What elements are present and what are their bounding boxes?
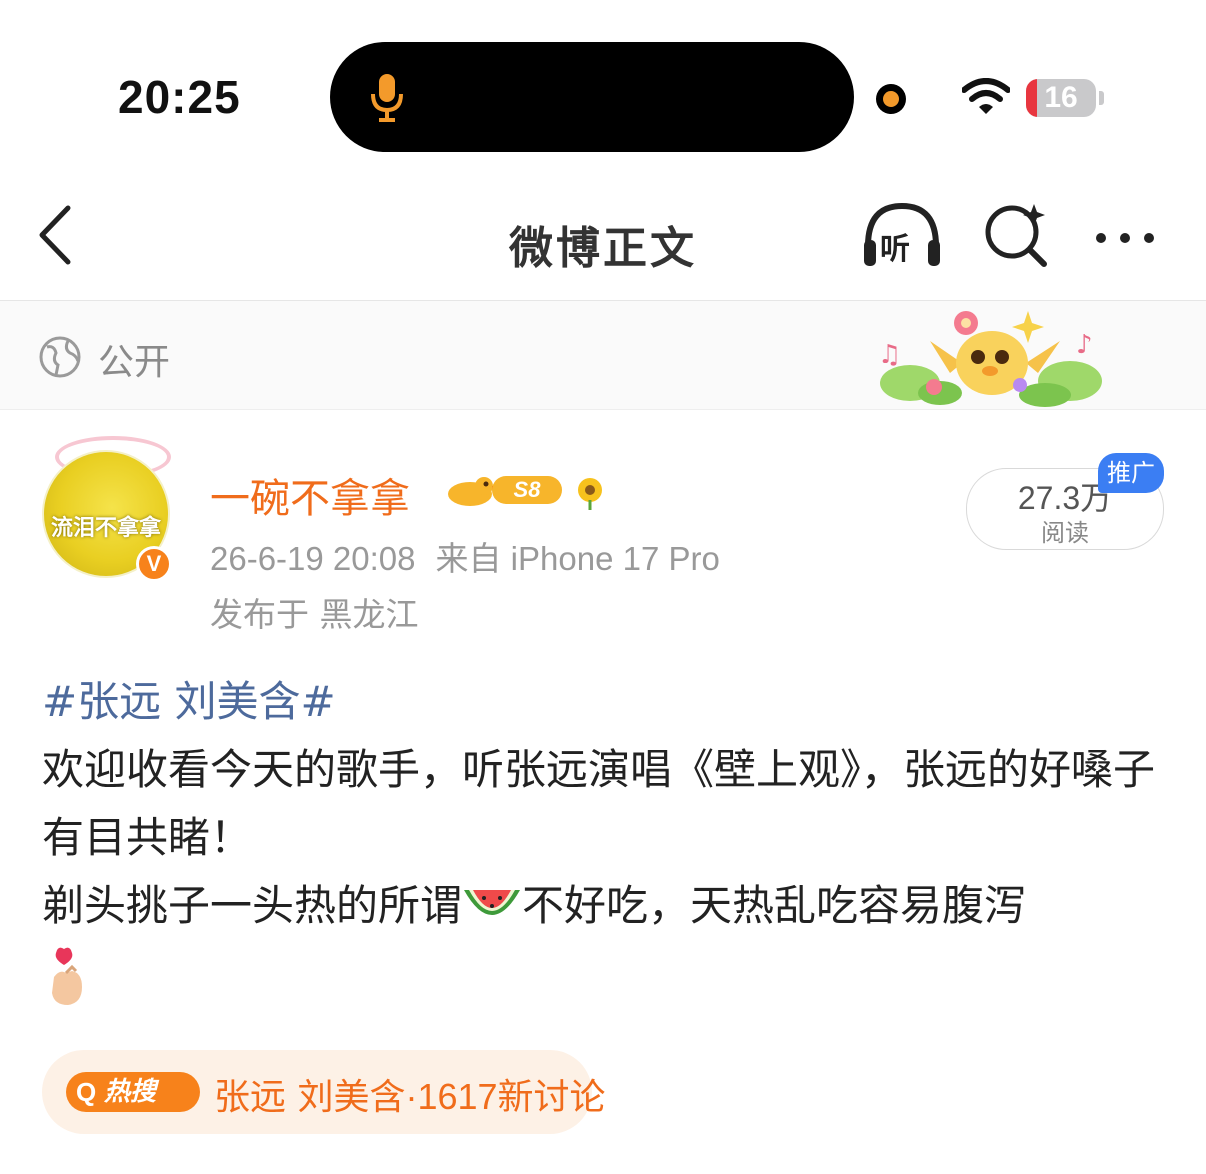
post-line-1: 欢迎收看今天的歌手，听张远演唱《壁上观》，张远的好嗓子有目共睹！ (42, 745, 1156, 862)
battery-level: 16 (1044, 81, 1078, 114)
level-badge[interactable]: S8 (440, 470, 564, 510)
listen-button[interactable]: 听 (860, 200, 944, 270)
visibility-row: 公开 ♫ ♪ (0, 301, 1206, 410)
microphone-icon (371, 74, 403, 122)
bird-decoration-image: ♫ ♪ (878, 311, 1102, 407)
watermelon-emoji (464, 889, 521, 915)
visibility-label: 公开 (98, 342, 171, 383)
hot-search-badge: Q 热搜 (66, 1072, 200, 1112)
nav-bar: 微博正文 听 (0, 170, 1206, 301)
hot-search-chip[interactable]: Q 热搜 张远 刘美含·1617新讨论 (42, 1050, 606, 1134)
sunflower-icon (578, 478, 602, 510)
recording-indicator (876, 84, 906, 114)
post-date: 26-6-19 20:08 (210, 540, 416, 577)
post-source: 来自 iPhone 17 Pro (435, 540, 720, 577)
topic-link[interactable]: #张远 刘美含# (42, 677, 336, 726)
promote-badge[interactable]: 推广 (1098, 453, 1164, 493)
status-time: 20:25 (118, 71, 241, 123)
post-line-3 (42, 940, 1172, 1008)
hot-search-count: ·1617新讨论 (405, 1076, 606, 1117)
listen-label: 听 (880, 232, 910, 267)
svg-text:♫: ♫ (878, 340, 901, 370)
post-line-2: 剃头挑子一头热的所谓 不好吃，天热乱吃容易腹泻 (42, 872, 1172, 940)
search-icon: Q (76, 1077, 97, 1107)
read-label: 阅读 (1041, 519, 1089, 547)
finger-heart-emoji (52, 947, 82, 1005)
hot-search-text: 张远 刘美含·1617新讨论 (214, 1068, 606, 1120)
hot-search-topic: 张远 刘美含 (214, 1077, 406, 1118)
author-name[interactable]: 一碗不拿拿 (210, 466, 410, 524)
hot-search-badge-label: 热搜 (104, 1077, 157, 1107)
more-icon[interactable] (1096, 228, 1168, 247)
globe-icon (39, 336, 81, 378)
battery-tip (1099, 91, 1104, 105)
avatar-text: 流泪不拿拿 (50, 516, 161, 541)
wifi-icon (962, 78, 1010, 114)
bird-icon (448, 477, 500, 506)
dynamic-island (330, 42, 854, 152)
svg-text:♪: ♪ (1076, 330, 1093, 360)
level-label: S8 (492, 476, 562, 504)
post-location: 发布于 黑龙江 (210, 595, 419, 634)
battery-indicator: 16 (1026, 79, 1096, 117)
post-content: #张远 刘美含# 欢迎收看今天的歌手，听张远演唱《壁上观》，张远的好嗓子有目共睹… (42, 668, 1172, 1008)
search-icon[interactable] (984, 202, 1050, 268)
post-meta: 26-6-19 20:08 来自 iPhone 17 Pro (210, 532, 720, 580)
verified-badge: V (136, 546, 172, 582)
